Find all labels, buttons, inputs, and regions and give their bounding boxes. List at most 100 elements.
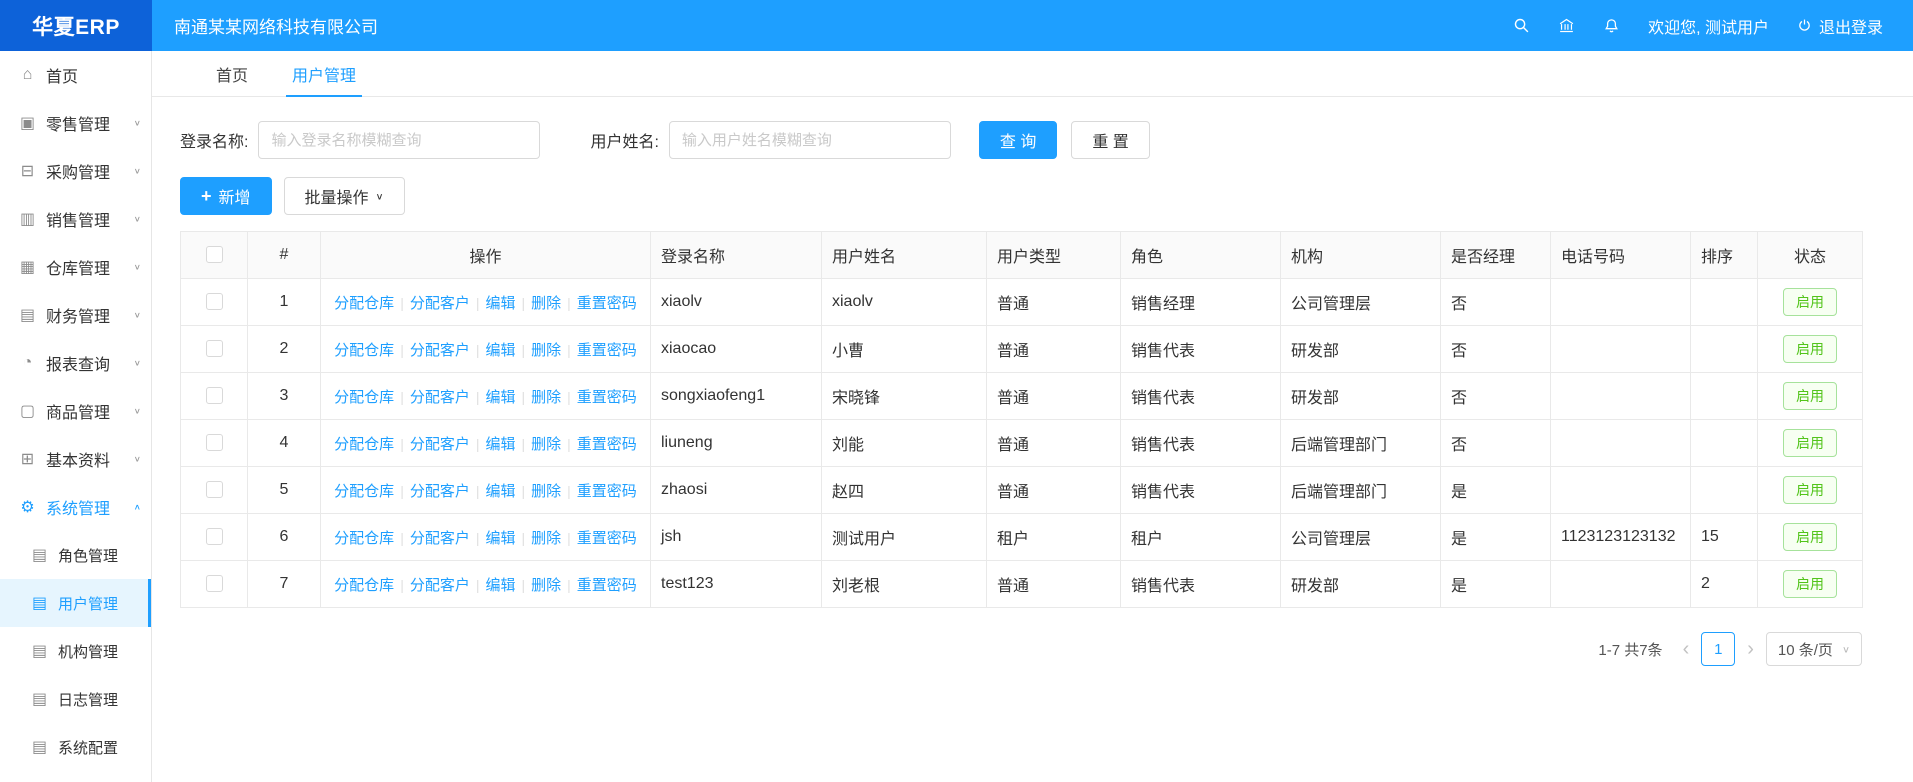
main-area: 首页用户管理 登录名称: 用户姓名: 查 询 重 置 + 新增 批量操作 ∨ (152, 51, 1913, 782)
col-header-login-name: 登录名称 (651, 232, 822, 279)
edit-link[interactable]: 编辑 (485, 436, 515, 453)
row-select-cell (181, 326, 248, 373)
assign-customer-link[interactable]: 分配客户 (410, 342, 470, 359)
edit-link[interactable]: 编辑 (485, 342, 515, 359)
sidebar-item-system-config[interactable]: ▤系统配置 (0, 723, 151, 771)
op-separator: | (476, 577, 480, 593)
edit-link[interactable]: 编辑 (485, 295, 515, 312)
assign-warehouse-link[interactable]: 分配仓库 (334, 436, 394, 453)
delete-link[interactable]: 删除 (531, 530, 561, 547)
reset-password-link[interactable]: 重置密码 (577, 483, 637, 500)
sidebar-item-label: 商品管理 (46, 399, 110, 423)
doc-icon: ▤ (30, 593, 49, 613)
login-name-input[interactable] (258, 121, 540, 159)
edit-link[interactable]: 编辑 (485, 389, 515, 406)
assign-warehouse-link[interactable]: 分配仓库 (334, 342, 394, 359)
sidebar-item-reports[interactable]: ◔报表查询∨ (0, 339, 151, 387)
batch-actions-button[interactable]: 批量操作 ∨ (284, 177, 405, 215)
is-manager-cell: 是 (1441, 561, 1551, 608)
sidebar-item-home[interactable]: ⌂首页 (0, 51, 151, 99)
sidebar-item-system[interactable]: ⚙系统管理∧ (0, 483, 151, 531)
sidebar-item-org-management[interactable]: ▤机构管理 (0, 627, 151, 675)
row-checkbox[interactable] (206, 340, 223, 357)
edit-link[interactable]: 编辑 (485, 530, 515, 547)
sidebar-item-label: 首页 (46, 63, 78, 87)
assign-customer-link[interactable]: 分配客户 (410, 295, 470, 312)
assign-customer-link[interactable]: 分配客户 (410, 483, 470, 500)
assign-warehouse-link[interactable]: 分配仓库 (334, 295, 394, 312)
row-checkbox[interactable] (206, 434, 223, 451)
sort-cell (1691, 373, 1758, 420)
assign-warehouse-link[interactable]: 分配仓库 (334, 389, 394, 406)
reset-password-link[interactable]: 重置密码 (577, 342, 637, 359)
user-type-cell: 普通 (987, 279, 1121, 326)
assign-customer-link[interactable]: 分配客户 (410, 530, 470, 547)
reset-password-link[interactable]: 重置密码 (577, 295, 637, 312)
select-all-checkbox[interactable] (206, 246, 223, 263)
prev-page-button[interactable]: ‹ (1681, 639, 1692, 659)
assign-customer-link[interactable]: 分配客户 (410, 577, 470, 594)
reset-password-link[interactable]: 重置密码 (577, 436, 637, 453)
logout-button[interactable]: 退出登录 (1797, 14, 1883, 38)
user-name-input[interactable] (669, 121, 951, 159)
query-button[interactable]: 查 询 (979, 121, 1057, 159)
assign-customer-link[interactable]: 分配客户 (410, 389, 470, 406)
delete-link[interactable]: 删除 (531, 436, 561, 453)
sidebar-item-retail[interactable]: ▣零售管理∨ (0, 99, 151, 147)
app-logo[interactable]: 华夏ERP (0, 0, 152, 51)
sidebar-item-label: 采购管理 (46, 159, 110, 183)
sidebar-item-basic-data[interactable]: ⊞基本资料∨ (0, 435, 151, 483)
sidebar-item-user-management[interactable]: ▤用户管理 (0, 579, 151, 627)
row-checkbox[interactable] (206, 528, 223, 545)
current-page-button[interactable]: 1 (1701, 632, 1735, 666)
col-header-index: # (248, 232, 321, 279)
search-icon[interactable] (1513, 17, 1530, 34)
phone-cell (1551, 467, 1691, 514)
reset-button[interactable]: 重 置 (1071, 121, 1149, 159)
operations-cell: 分配仓库|分配客户|编辑|删除|重置密码 (321, 514, 651, 561)
role-cell: 销售代表 (1121, 373, 1281, 420)
status-cell: 启用 (1758, 561, 1863, 608)
welcome-user[interactable]: 欢迎您, 测试用户 (1648, 14, 1769, 38)
sidebar-item-goods[interactable]: ▢商品管理∨ (0, 387, 151, 435)
delete-link[interactable]: 删除 (531, 577, 561, 594)
tab-user-management[interactable]: 用户管理 (270, 51, 378, 96)
assign-warehouse-link[interactable]: 分配仓库 (334, 530, 394, 547)
bank-icon[interactable] (1558, 17, 1575, 34)
bell-icon[interactable] (1603, 17, 1620, 34)
tab-home[interactable]: 首页 (194, 51, 270, 96)
edit-link[interactable]: 编辑 (485, 577, 515, 594)
page-size-select[interactable]: 10 条/页 ∨ (1766, 632, 1862, 666)
sidebar-item-log-management[interactable]: ▤日志管理 (0, 675, 151, 723)
sidebar-item-role-management[interactable]: ▤角色管理 (0, 531, 151, 579)
sidebar-item-warehouse[interactable]: ▦仓库管理∨ (0, 243, 151, 291)
sidebar-item-sales[interactable]: ▥销售管理∨ (0, 195, 151, 243)
row-checkbox[interactable] (206, 575, 223, 592)
add-button-label: 新增 (219, 184, 251, 208)
assign-warehouse-link[interactable]: 分配仓库 (334, 577, 394, 594)
sidebar-item-purchase[interactable]: ⊟采购管理∨ (0, 147, 151, 195)
assign-customer-link[interactable]: 分配客户 (410, 436, 470, 453)
delete-link[interactable]: 删除 (531, 342, 561, 359)
chevron-down-icon: ∨ (376, 190, 384, 201)
delete-link[interactable]: 删除 (531, 389, 561, 406)
add-button[interactable]: + 新增 (180, 177, 272, 215)
row-select-cell (181, 279, 248, 326)
status-badge: 启用 (1783, 570, 1837, 598)
row-checkbox[interactable] (206, 293, 223, 310)
op-separator: | (567, 342, 571, 358)
chevron-down-icon: ∨ (134, 263, 141, 272)
delete-link[interactable]: 删除 (531, 483, 561, 500)
reset-password-link[interactable]: 重置密码 (577, 577, 637, 594)
col-header-phone: 电话号码 (1551, 232, 1691, 279)
reset-password-link[interactable]: 重置密码 (577, 530, 637, 547)
next-page-button[interactable]: › (1745, 639, 1756, 659)
delete-link[interactable]: 删除 (531, 295, 561, 312)
reset-password-link[interactable]: 重置密码 (577, 389, 637, 406)
row-checkbox[interactable] (206, 387, 223, 404)
row-checkbox[interactable] (206, 481, 223, 498)
sidebar-item-label: 报表查询 (46, 351, 110, 375)
assign-warehouse-link[interactable]: 分配仓库 (334, 483, 394, 500)
sidebar-item-finance[interactable]: ▤财务管理∨ (0, 291, 151, 339)
edit-link[interactable]: 编辑 (485, 483, 515, 500)
